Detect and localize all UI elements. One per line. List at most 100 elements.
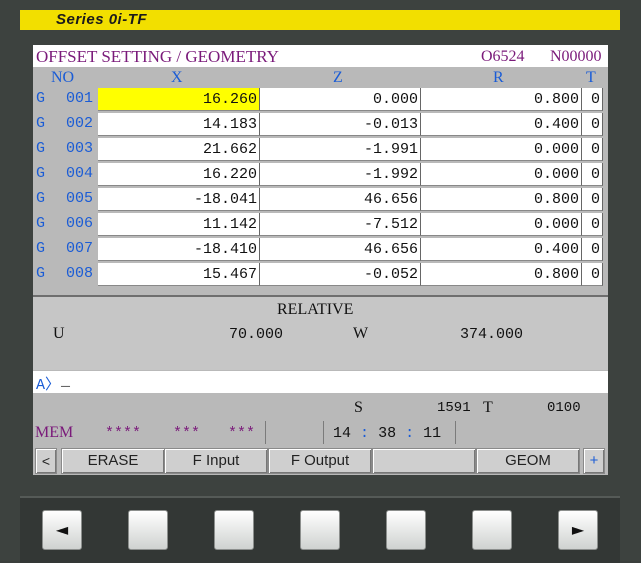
cell-r[interactable]: 0.000 xyxy=(421,138,582,161)
row-type: G xyxy=(36,165,46,182)
cell-x[interactable]: -18.041 xyxy=(98,188,260,211)
cell-z[interactable]: -0.013 xyxy=(260,113,421,136)
status-divider xyxy=(455,421,456,444)
cell-x[interactable]: 15.467 xyxy=(98,263,260,286)
row-number: 004 xyxy=(66,165,94,182)
cell-t[interactable]: 0 xyxy=(582,113,603,136)
hardware-softkey-2[interactable] xyxy=(214,510,254,550)
input-prompt: A〉 xyxy=(36,377,61,394)
row-type: G xyxy=(36,190,46,207)
softkey-blank-button[interactable] xyxy=(372,448,476,474)
row-number: 007 xyxy=(66,240,94,257)
relative-u-label: U xyxy=(53,325,65,342)
series-bar: Series 0i-TF xyxy=(20,10,620,30)
hardware-softkey-1[interactable] xyxy=(128,510,168,550)
cnc-bezel: Series 0i-TF OFFSET SETTING / GEOMETRY O… xyxy=(0,0,641,563)
row-number: 006 xyxy=(66,215,94,232)
status-field-2: *** xyxy=(173,425,201,442)
page-title: OFFSET SETTING / GEOMETRY xyxy=(36,47,279,66)
relative-panel: RELATIVE U 70.000 W 374.000 xyxy=(33,295,608,370)
cell-t[interactable]: 0 xyxy=(582,88,603,111)
cell-t[interactable]: 0 xyxy=(582,188,603,211)
cell-z[interactable]: -1.991 xyxy=(260,138,421,161)
softkey-prev-button[interactable]: < xyxy=(35,448,57,474)
cell-t[interactable]: 0 xyxy=(582,263,603,286)
tool-label: T xyxy=(483,399,493,416)
cell-t[interactable]: 0 xyxy=(582,213,603,236)
relative-w-label: W xyxy=(353,325,369,342)
cnc-screen: OFFSET SETTING / GEOMETRY O6524 N00000 N… xyxy=(33,45,608,475)
cell-r[interactable]: 0.400 xyxy=(421,113,582,136)
row-type: G xyxy=(36,215,46,232)
row-number: 008 xyxy=(66,265,94,282)
spindle-tool-status: S 1591 T 0100 xyxy=(33,396,608,418)
softkey-geom-button[interactable]: GEOM xyxy=(476,448,580,474)
softkey-erase-button[interactable]: ERASE xyxy=(61,448,165,474)
cell-r[interactable]: 0.000 xyxy=(421,213,582,236)
cell-x[interactable]: 14.183 xyxy=(98,113,260,136)
right-triangle-icon[interactable]: ► xyxy=(558,510,598,550)
cell-x[interactable]: 21.662 xyxy=(98,138,260,161)
column-header-no: NO xyxy=(51,69,75,86)
softkey-f-input-button[interactable]: F Input xyxy=(164,448,268,474)
cell-x[interactable]: 11.142 xyxy=(98,213,260,236)
cell-t[interactable]: 0 xyxy=(582,238,603,261)
relative-w-value: 374.000 xyxy=(460,326,524,343)
status-divider xyxy=(323,421,324,444)
cell-z[interactable]: -1.992 xyxy=(260,163,421,186)
row-type: G xyxy=(36,115,46,132)
softkey-f-output-button[interactable]: F Output xyxy=(268,448,372,474)
row-number: 003 xyxy=(66,140,94,157)
cell-z[interactable]: -7.512 xyxy=(260,213,421,236)
left-triangle-icon[interactable]: ◄ xyxy=(42,510,82,550)
status-divider xyxy=(265,421,266,444)
cell-x[interactable]: -18.410 xyxy=(98,238,260,261)
row-type: G xyxy=(36,90,46,107)
cell-x[interactable]: 16.220 xyxy=(98,163,260,186)
hardware-softkey-3[interactable] xyxy=(300,510,340,550)
row-type: G xyxy=(36,140,46,157)
cell-z[interactable]: 46.656 xyxy=(260,238,421,261)
row-number: 005 xyxy=(66,190,94,207)
status-field-1: **** xyxy=(105,425,142,442)
column-header-x: X xyxy=(171,69,183,86)
tool-value: 0100 xyxy=(547,400,581,416)
column-header-r: R xyxy=(493,69,504,86)
clock: 14 : 38 : 11 xyxy=(333,425,442,442)
row-number: 001 xyxy=(66,90,94,107)
spindle-label: S xyxy=(354,399,363,416)
program-number: O6524 xyxy=(481,48,525,65)
mode-status-bar: MEM **** *** *** 14 : 38 : 11 xyxy=(33,421,608,444)
cell-r[interactable]: 0.400 xyxy=(421,238,582,261)
cell-t[interactable]: 0 xyxy=(582,163,603,186)
hardware-softkey-5[interactable] xyxy=(472,510,512,550)
sequence-number: N00000 xyxy=(550,48,602,65)
column-header-t: T xyxy=(586,69,596,86)
row-type: G xyxy=(36,240,46,257)
relative-u-value: 70.000 xyxy=(229,326,284,343)
row-type: G xyxy=(36,265,46,282)
cell-t[interactable]: 0 xyxy=(582,138,603,161)
mode-indicator: MEM xyxy=(35,424,74,441)
cell-z[interactable]: -0.052 xyxy=(260,263,421,286)
status-field-3: *** xyxy=(228,425,256,442)
cell-r[interactable]: 0.800 xyxy=(421,188,582,211)
series-label: Series 0i-TF xyxy=(56,11,148,28)
softkey-bar: < ERASE F Input F Output GEOM + xyxy=(33,448,608,475)
input-cursor: _ xyxy=(61,373,71,390)
title-bar: OFFSET SETTING / GEOMETRY O6524 N00000 xyxy=(33,45,608,67)
hardware-softkey-panel: ◄ ► xyxy=(20,496,620,563)
cell-r[interactable]: 0.800 xyxy=(421,88,582,111)
cell-r[interactable]: 0.000 xyxy=(421,163,582,186)
cell-r[interactable]: 0.800 xyxy=(421,263,582,286)
cell-z[interactable]: 46.656 xyxy=(260,188,421,211)
cell-x[interactable]: 16.260 xyxy=(98,88,260,111)
row-number: 002 xyxy=(66,115,94,132)
input-line[interactable]: A〉 _ xyxy=(33,371,608,394)
hardware-softkey-4[interactable] xyxy=(386,510,426,550)
softkey-next-button[interactable]: + xyxy=(583,448,605,474)
cell-z[interactable]: 0.000 xyxy=(260,88,421,111)
relative-title: RELATIVE xyxy=(277,301,354,318)
spindle-value: 1591 xyxy=(437,400,471,416)
column-header-z: Z xyxy=(333,69,343,86)
